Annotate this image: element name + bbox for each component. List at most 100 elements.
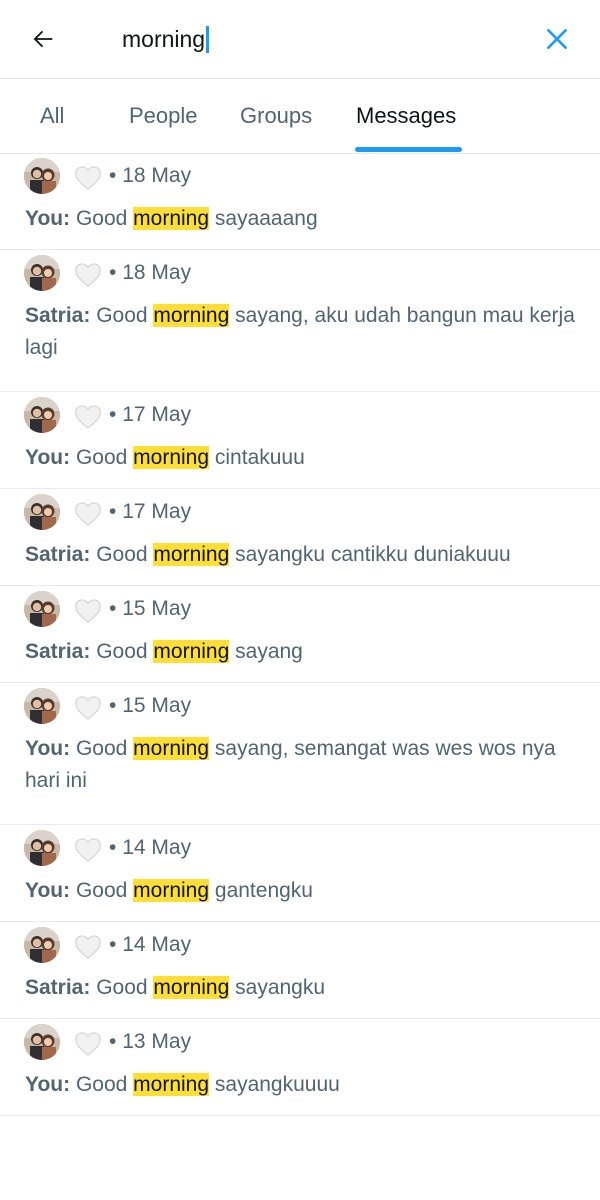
message-meta: • 18 May bbox=[109, 164, 191, 188]
message-date: 17 May bbox=[122, 500, 192, 523]
avatar bbox=[24, 927, 60, 963]
message-sender: You: bbox=[25, 879, 71, 902]
message-text-after: sayangku cantikku duniakuuu bbox=[235, 543, 511, 566]
search-match-highlight: morning bbox=[133, 737, 210, 760]
close-icon bbox=[547, 29, 567, 49]
message-text-before: Good bbox=[75, 879, 128, 902]
search-input[interactable]: morning bbox=[122, 20, 512, 58]
tab-messages[interactable]: Messages bbox=[356, 79, 456, 153]
message-result-item[interactable]: • 15 May Satria: Good morning sayang bbox=[0, 586, 600, 683]
message-sender: Satria: bbox=[25, 543, 91, 566]
message-date: 14 May bbox=[122, 933, 192, 956]
clear-search-button[interactable] bbox=[532, 14, 582, 64]
message-sender: You: bbox=[25, 1073, 71, 1096]
message-text-before: Good bbox=[75, 207, 128, 230]
message-meta: • 17 May bbox=[109, 403, 191, 427]
message-snippet: Satria: Good morning sayangku cantikku d… bbox=[25, 539, 580, 571]
message-text-before: Good bbox=[96, 304, 148, 327]
separator-dot: • bbox=[109, 933, 117, 956]
separator-dot: • bbox=[109, 1030, 117, 1053]
white-heart-icon bbox=[74, 598, 102, 624]
search-match-highlight: morning bbox=[133, 207, 210, 230]
message-sender: You: bbox=[25, 446, 71, 469]
message-snippet: You: Good morning sayangkuuuu bbox=[25, 1069, 580, 1101]
white-heart-icon bbox=[74, 1031, 102, 1057]
avatar bbox=[24, 591, 60, 627]
message-result-item[interactable]: • 17 May Satria: Good morning sayangku c… bbox=[0, 489, 600, 586]
message-result-item[interactable]: • 18 May Satria: Good morning sayang, ak… bbox=[0, 250, 600, 392]
arrow-left-icon bbox=[33, 30, 53, 48]
avatar bbox=[24, 255, 60, 291]
message-snippet: You: Good morning sayang, semangat was w… bbox=[25, 733, 580, 797]
tab-groups[interactable]: Groups bbox=[240, 79, 312, 153]
message-text-after: sayangku bbox=[235, 976, 326, 999]
message-meta: • 18 May bbox=[109, 261, 191, 285]
white-heart-icon bbox=[74, 695, 102, 721]
search-tabs: All People Groups Messages bbox=[0, 79, 600, 154]
message-result-item[interactable]: • 14 May Satria: Good morning sayangku bbox=[0, 922, 600, 1019]
separator-dot: • bbox=[109, 836, 117, 859]
message-result-item[interactable]: • 15 May You: Good morning sayang, seman… bbox=[0, 683, 600, 825]
message-sender: Satria: bbox=[25, 304, 91, 327]
tab-all[interactable]: All bbox=[40, 79, 64, 153]
text-cursor bbox=[206, 25, 210, 53]
message-date: 18 May bbox=[122, 164, 192, 187]
message-meta: • 15 May bbox=[109, 597, 191, 621]
message-date: 17 May bbox=[122, 403, 192, 426]
search-header: morning bbox=[0, 0, 600, 79]
white-heart-icon bbox=[74, 404, 102, 430]
message-sender: You: bbox=[25, 207, 71, 230]
message-text-after: cintakuuu bbox=[214, 446, 305, 469]
avatar bbox=[24, 397, 60, 433]
separator-dot: • bbox=[109, 597, 117, 620]
message-snippet: Satria: Good morning sayang bbox=[25, 636, 580, 668]
back-button[interactable] bbox=[18, 14, 68, 64]
search-match-highlight: morning bbox=[153, 640, 230, 663]
message-text-after: sayaaaang bbox=[214, 207, 318, 230]
white-heart-icon bbox=[74, 165, 102, 191]
message-snippet: Satria: Good morning sayang, aku udah ba… bbox=[25, 300, 580, 364]
separator-dot: • bbox=[109, 500, 117, 523]
message-result-item[interactable]: • 18 May You: Good morning sayaaaang bbox=[0, 153, 600, 250]
white-heart-icon bbox=[74, 837, 102, 863]
message-sender: Satria: bbox=[25, 976, 91, 999]
white-heart-icon bbox=[74, 501, 102, 527]
avatar bbox=[24, 1024, 60, 1060]
message-meta: • 17 May bbox=[109, 500, 191, 524]
avatar bbox=[24, 830, 60, 866]
tab-people[interactable]: People bbox=[129, 79, 198, 153]
message-text-before: Good bbox=[96, 543, 148, 566]
separator-dot: • bbox=[109, 164, 117, 187]
message-text-before: Good bbox=[75, 446, 128, 469]
avatar bbox=[24, 688, 60, 724]
message-result-item[interactable]: • 13 May You: Good morning sayangkuuuu bbox=[0, 1019, 600, 1116]
search-match-highlight: morning bbox=[133, 446, 210, 469]
message-text-before: Good bbox=[96, 640, 148, 663]
message-date: 15 May bbox=[122, 597, 192, 620]
separator-dot: • bbox=[109, 403, 117, 426]
message-result-item[interactable]: • 17 May You: Good morning cintakuuu bbox=[0, 392, 600, 489]
search-match-highlight: morning bbox=[153, 304, 230, 327]
message-meta: • 15 May bbox=[109, 694, 191, 718]
message-text-before: Good bbox=[96, 976, 148, 999]
message-sender: Satria: bbox=[25, 640, 91, 663]
separator-dot: • bbox=[109, 694, 117, 717]
white-heart-icon bbox=[74, 934, 102, 960]
search-match-highlight: morning bbox=[153, 543, 230, 566]
avatar bbox=[24, 158, 60, 194]
active-tab-indicator bbox=[355, 147, 462, 152]
search-match-highlight: morning bbox=[153, 976, 230, 999]
separator-dot: • bbox=[109, 261, 117, 284]
message-meta: • 14 May bbox=[109, 933, 191, 957]
message-date: 13 May bbox=[122, 1030, 192, 1053]
message-snippet: Satria: Good morning sayangku bbox=[25, 972, 580, 1004]
message-text-before: Good bbox=[75, 737, 128, 760]
search-match-highlight: morning bbox=[133, 1073, 210, 1096]
message-date: 15 May bbox=[122, 694, 192, 717]
message-snippet: You: Good morning cintakuuu bbox=[25, 442, 580, 474]
message-result-item[interactable]: • 14 May You: Good morning gantengku bbox=[0, 825, 600, 922]
message-results-list: • 18 May You: Good morning sayaaaang • 1… bbox=[0, 153, 600, 1116]
search-query: morning bbox=[122, 25, 206, 52]
message-snippet: You: Good morning sayaaaang bbox=[25, 203, 580, 235]
message-text-before: Good bbox=[75, 1073, 128, 1096]
